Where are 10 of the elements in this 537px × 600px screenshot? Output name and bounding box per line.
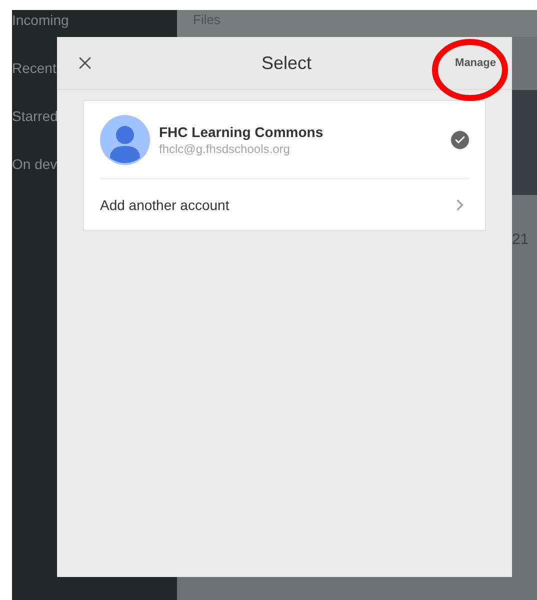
- manage-button[interactable]: Manage: [453, 53, 498, 73]
- account-row[interactable]: FHC Learning Commons fhclc@g.fhsdschools.org: [100, 101, 469, 179]
- sidebar-item[interactable]: Incoming: [12, 11, 177, 29]
- dialog-title: Select: [261, 52, 312, 74]
- account-email: fhclc@g.fhsdschools.org: [159, 142, 291, 156]
- add-account-item[interactable]: Add another account: [100, 179, 469, 230]
- account-name: FHC Learning Commons: [159, 124, 324, 140]
- file-thumbnail[interactable]: [512, 90, 537, 195]
- add-account-label: Add another account: [100, 196, 230, 212]
- avatar-icon: [100, 114, 150, 164]
